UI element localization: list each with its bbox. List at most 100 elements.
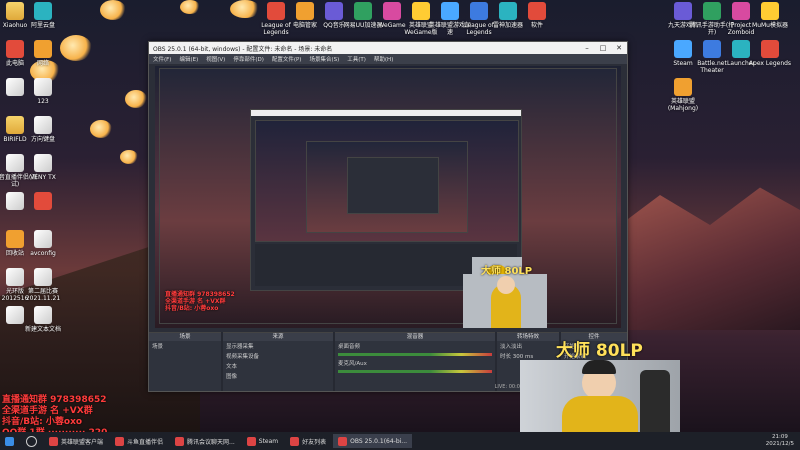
obs-dock-row[interactable]: 场景 [149, 341, 221, 351]
app-icon [175, 436, 185, 446]
app-icon [34, 2, 52, 20]
obs-menu-item[interactable]: 停靠部件(D) [233, 55, 264, 63]
lantern [125, 90, 147, 108]
app-icon [290, 436, 300, 446]
obs-dock-row[interactable]: 麦克风/Aux [335, 358, 495, 368]
start-icon [5, 436, 14, 446]
app-icon [761, 40, 779, 58]
app-icon [528, 2, 546, 20]
desktop_right_icons-icon-item[interactable]: MuMu模拟器 [747, 2, 793, 29]
desktop_left_icons-icon-item[interactable]: 方向键盘 [20, 116, 66, 143]
obs-dock: 混音器 桌面音频麦克风/Aux [335, 332, 495, 391]
app-icon [34, 40, 52, 58]
nested-preview [255, 120, 519, 242]
obs-titlebar[interactable]: OBS 25.0.1 (64-bit, windows) - 配置文件: 未命名… [149, 42, 627, 54]
obs-dock-title: 转场特效 [497, 333, 559, 341]
obs-dock-row[interactable]: 视频采集设备 [223, 351, 333, 361]
taskbar-item[interactable]: OBS 25.0.1(64-bi... [333, 434, 413, 448]
taskbar-item-label: Steam [258, 437, 279, 445]
taskbar-item[interactable] [0, 434, 19, 448]
obs-dock-row[interactable]: 文本 [223, 361, 333, 371]
desktop_left_icons-icon-item[interactable]: avconfig [20, 230, 66, 257]
taskbar-item-label: 好友列表 [302, 438, 327, 446]
desktop_right_icons-icon-item[interactable]: Apex Legends [747, 40, 793, 67]
desktop_left_icons-icon-item[interactable]: 123 [20, 78, 66, 105]
obs-dock: 场景 场景 [149, 332, 221, 391]
file-icon [34, 78, 52, 96]
desktop-icon-label: Apex Legends [748, 60, 792, 67]
obs-dock-title: 来源 [223, 333, 333, 341]
file-icon [34, 230, 52, 248]
app-icon [34, 192, 52, 210]
preview-webcam [463, 274, 547, 328]
app-icon [674, 78, 692, 96]
desktop_left_icons-icon-item[interactable]: VENY TX [20, 154, 66, 181]
audio-meter[interactable] [338, 353, 492, 356]
taskbar-item[interactable]: 斗鱼直播伴侣 [110, 434, 168, 448]
file-icon [34, 268, 52, 286]
taskbar-item-label: OBS 25.0.1(64-bi... [350, 437, 408, 445]
obs-menu-item[interactable]: 编辑(E) [179, 55, 198, 63]
obs-dock-row[interactable]: 显示器采集 [223, 341, 333, 351]
file-icon [34, 306, 52, 324]
steam-icon [246, 436, 256, 446]
desktop-icon-label: 第二届比赛 2021.11.21 [25, 288, 61, 302]
taskbar-item[interactable]: 英雄联盟客户端 [44, 434, 108, 448]
desktop-icon-label: 英雄联盟(Mahjong) [667, 98, 699, 112]
taskbar-clock[interactable]: 21:09 2021/12/5 [766, 434, 800, 448]
obs-menu-item[interactable]: 帮助(H) [374, 55, 393, 63]
nested-desktop-capture [159, 68, 617, 324]
overlay-line: 抖音/B站: 小蓉oxo [2, 417, 83, 427]
search-icon [26, 435, 37, 447]
overlay-line: 全渠道手游 名 +VX群 [2, 406, 93, 416]
taskbar-item[interactable]: 好友列表 [285, 434, 331, 448]
close-icon[interactable]: ✕ [611, 44, 627, 52]
obs-preview[interactable]: 大师 80LP 直播通知群 978398652 全渠道手游 名 +VX群 抖音/… [155, 66, 621, 328]
taskbar-item[interactable]: 腾讯会议聊天网... [170, 434, 240, 448]
obs-menu-item[interactable]: 场景集合(S) [309, 55, 339, 63]
webcam-overlay [520, 360, 680, 440]
obs-menu-item[interactable]: 文件(F) [153, 55, 171, 63]
audio-meter[interactable] [338, 370, 492, 373]
wallpaper-mountain [600, 187, 800, 330]
obs-dock-row[interactable]: 桌面音频 [335, 341, 495, 351]
lantern [90, 120, 112, 138]
lantern [100, 0, 126, 20]
desktop_left_icons-icon-item[interactable]: 阿里云盘 [20, 2, 66, 29]
clock-time: 21:09 [771, 434, 788, 440]
obs-dock-title: 混音器 [335, 333, 495, 341]
obs-menu-item[interactable]: 视图(V) [206, 55, 225, 63]
desktop_left_icons-icon-item[interactable] [20, 192, 66, 212]
minimize-icon[interactable]: – [579, 44, 595, 52]
desktop-icon-label: 阿里云盘 [30, 22, 55, 29]
clock-date: 2021/12/5 [765, 441, 794, 447]
obs-menubar: 文件(F) 编辑(E) 视图(V) 停靠部件(D) 配置文件(P) 场景集合(S) 工具(T… [149, 54, 627, 64]
obs-dock-row[interactable]: 淡入淡出 [497, 341, 559, 351]
desktop_right_icons-icon-item[interactable]: 英雄联盟(Mahjong) [660, 78, 706, 112]
taskbar-item-label: 斗鱼直播伴侣 [127, 438, 164, 446]
app-icon [115, 436, 125, 446]
desktop-icon-label: 新建文本文档 [24, 326, 61, 333]
maximize-icon[interactable]: □ [595, 44, 611, 52]
preview-overlay: 直播通知群 978398652 全渠道手游 名 +VX群 抖音/B站: 小蓉ox… [165, 291, 235, 312]
desktop_left_icons-icon-item[interactable]: 网络 [20, 40, 66, 67]
app-icon [761, 2, 779, 20]
overlay-line: 直播通知群 978398652 [2, 395, 107, 405]
file-icon [34, 116, 52, 134]
taskbar-item[interactable]: Steam [242, 434, 283, 448]
desktop_left_icons-icon-item[interactable]: 新建文本文档 [20, 306, 66, 333]
taskbar-item[interactable] [21, 434, 42, 448]
desktop-icon-label: 123 [37, 98, 49, 105]
desktop-icon-label: VENY TX [30, 174, 56, 181]
obs-dock-row[interactable]: 图像 [223, 371, 333, 381]
obs-menu-item[interactable]: 工具(T) [347, 55, 366, 63]
desktop-icon-label: 方向键盘 [30, 136, 55, 143]
desktop_left_icons-icon-item[interactable]: 第二届比赛 2021.11.21 [20, 268, 66, 302]
desktop-icon-label: avconfig [30, 250, 56, 257]
file-icon [34, 154, 52, 172]
app-icon [49, 436, 58, 446]
taskbar-item-label: 腾讯会议聊天网... [187, 438, 235, 446]
webcam-label: 大师 80LP [556, 341, 643, 361]
desktop_top_icons-icon-item[interactable]: 软件 [514, 2, 560, 29]
obs-menu-item[interactable]: 配置文件(P) [272, 55, 302, 63]
